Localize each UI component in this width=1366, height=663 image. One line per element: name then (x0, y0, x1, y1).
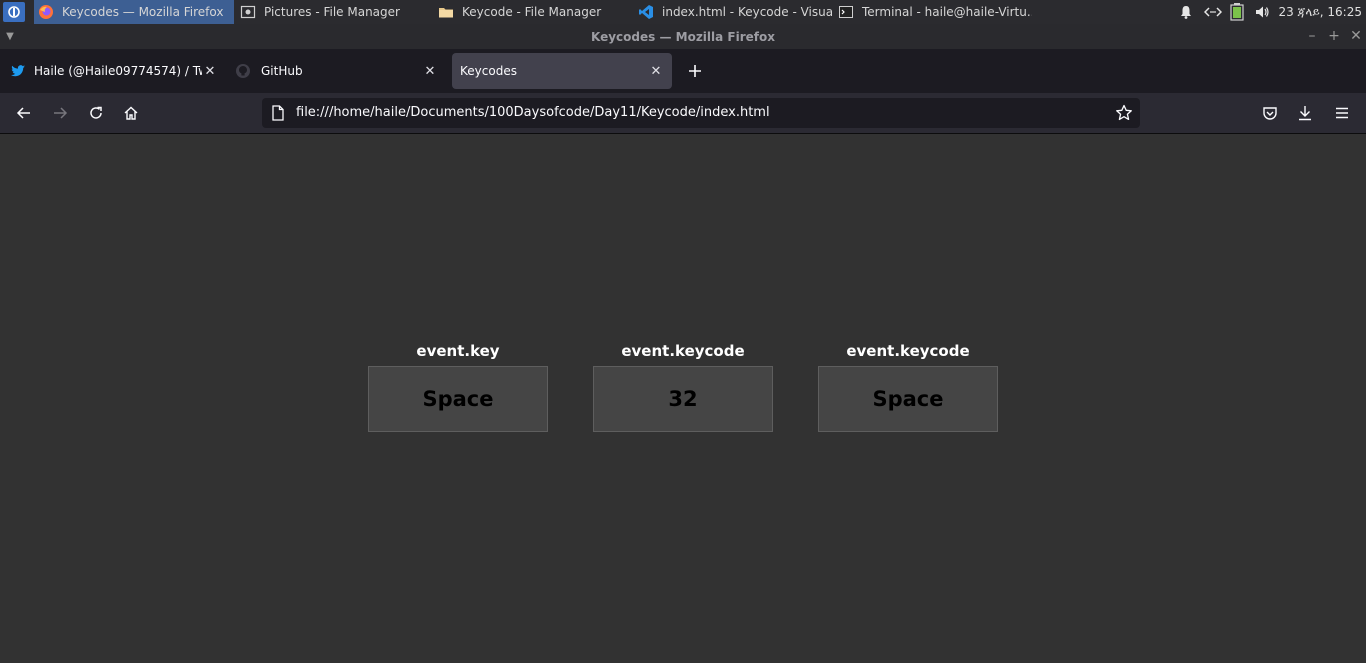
os-taskbar: Keycodes — Mozilla Firefox Pictures - Fi… (0, 0, 1366, 24)
url-bar[interactable]: file:///home/haile/Documents/100Daysofco… (262, 98, 1140, 128)
card-value: Space (818, 366, 998, 432)
reload-button[interactable] (86, 103, 106, 123)
applications-menu-button[interactable] (3, 2, 25, 22)
task-keycode-file-manager[interactable]: Keycode - File Manager (438, 0, 628, 24)
volume-icon[interactable] (1254, 4, 1270, 20)
card-value: Space (368, 366, 548, 432)
battery-icon[interactable] (1230, 3, 1244, 21)
task-label: Keycode - File Manager (462, 5, 602, 19)
home-icon (124, 106, 138, 120)
tab-close-icon[interactable]: ✕ (648, 64, 664, 79)
tab-github[interactable]: GitHub ✕ (231, 53, 446, 89)
card-title: event.keycode (621, 342, 745, 360)
bookmark-star-icon[interactable] (1115, 104, 1133, 122)
pocket-button[interactable] (1260, 103, 1280, 123)
download-icon (1299, 106, 1311, 121)
window-title: Keycodes — Mozilla Firefox (591, 30, 775, 44)
system-tray (1178, 0, 1270, 24)
tab-label: Haile (@Haile09774574) / Twitter (34, 64, 202, 78)
task-label: Keycodes — Mozilla Firefox (62, 5, 224, 19)
arrow-right-icon (54, 107, 68, 119)
github-icon (236, 64, 250, 78)
task-terminal[interactable]: Terminal - haile@haile-Virtu... (838, 0, 1032, 24)
task-label: Pictures - File Manager (264, 5, 400, 19)
task-firefox[interactable]: Keycodes — Mozilla Firefox (34, 0, 234, 24)
tab-twitter[interactable]: Haile (@Haile09774574) / Twitter ✕ (6, 53, 226, 89)
app-menu-button[interactable] (1332, 103, 1352, 123)
event-code-card: event.keycode Space (818, 342, 998, 432)
reload-icon (90, 106, 102, 119)
task-pictures-file-manager[interactable]: Pictures - File Manager (238, 0, 428, 24)
close-window-icon[interactable]: ✕ (1346, 24, 1366, 49)
tab-close-icon[interactable]: ✕ (422, 64, 438, 79)
maximize-icon[interactable]: + (1324, 24, 1344, 49)
new-tab-button[interactable] (684, 60, 706, 82)
tab-close-icon[interactable]: ✕ (202, 64, 218, 79)
back-button[interactable] (14, 103, 34, 123)
firefox-icon (39, 5, 53, 19)
plus-icon (689, 65, 701, 77)
navigation-toolbar: file:///home/haile/Documents/100Daysofco… (0, 93, 1366, 134)
event-keycode-card: event.keycode 32 (593, 342, 773, 432)
task-label: Terminal - haile@haile-Virtu... (862, 5, 1032, 19)
card-value: 32 (593, 366, 773, 432)
network-icon[interactable] (1204, 4, 1222, 20)
vscode-icon (639, 5, 653, 19)
minimize-icon[interactable]: – (1302, 24, 1322, 49)
home-button[interactable] (121, 103, 141, 123)
notification-bell-icon[interactable] (1178, 4, 1194, 20)
window-menu-icon[interactable]: ▼ (0, 24, 20, 49)
hamburger-menu-icon (1336, 107, 1348, 119)
forward-button[interactable] (50, 103, 70, 123)
twitter-icon (11, 65, 25, 77)
image-viewer-icon (240, 5, 256, 19)
window-titlebar[interactable]: ▼ Keycodes — Mozilla Firefox – + ✕ (0, 24, 1366, 49)
app-menu-icon (8, 6, 20, 18)
tab-keycodes[interactable]: Keycodes ✕ (452, 53, 672, 89)
downloads-button[interactable] (1295, 103, 1315, 123)
clock[interactable]: 23 ጃላይ, 16:25 (1278, 0, 1362, 24)
event-key-card: event.key Space (368, 342, 548, 432)
tab-label: Keycodes (460, 64, 517, 78)
pocket-icon (1263, 107, 1277, 120)
terminal-icon (839, 6, 853, 18)
task-label: index.html - Keycode - Visua... (662, 5, 832, 19)
url-text[interactable]: file:///home/haile/Documents/100Daysofco… (296, 98, 770, 128)
card-title: event.keycode (846, 342, 970, 360)
tab-label: GitHub (261, 64, 303, 78)
page-icon[interactable] (271, 105, 285, 121)
arrow-left-icon (16, 107, 30, 119)
tab-strip: Haile (@Haile09774574) / Twitter ✕ GitHu… (0, 49, 1366, 93)
task-vscode[interactable]: index.html - Keycode - Visua... (638, 0, 832, 24)
folder-icon (439, 8, 453, 18)
page-content: event.key Space event.keycode 32 event.k… (0, 134, 1366, 663)
card-title: event.key (416, 342, 500, 360)
